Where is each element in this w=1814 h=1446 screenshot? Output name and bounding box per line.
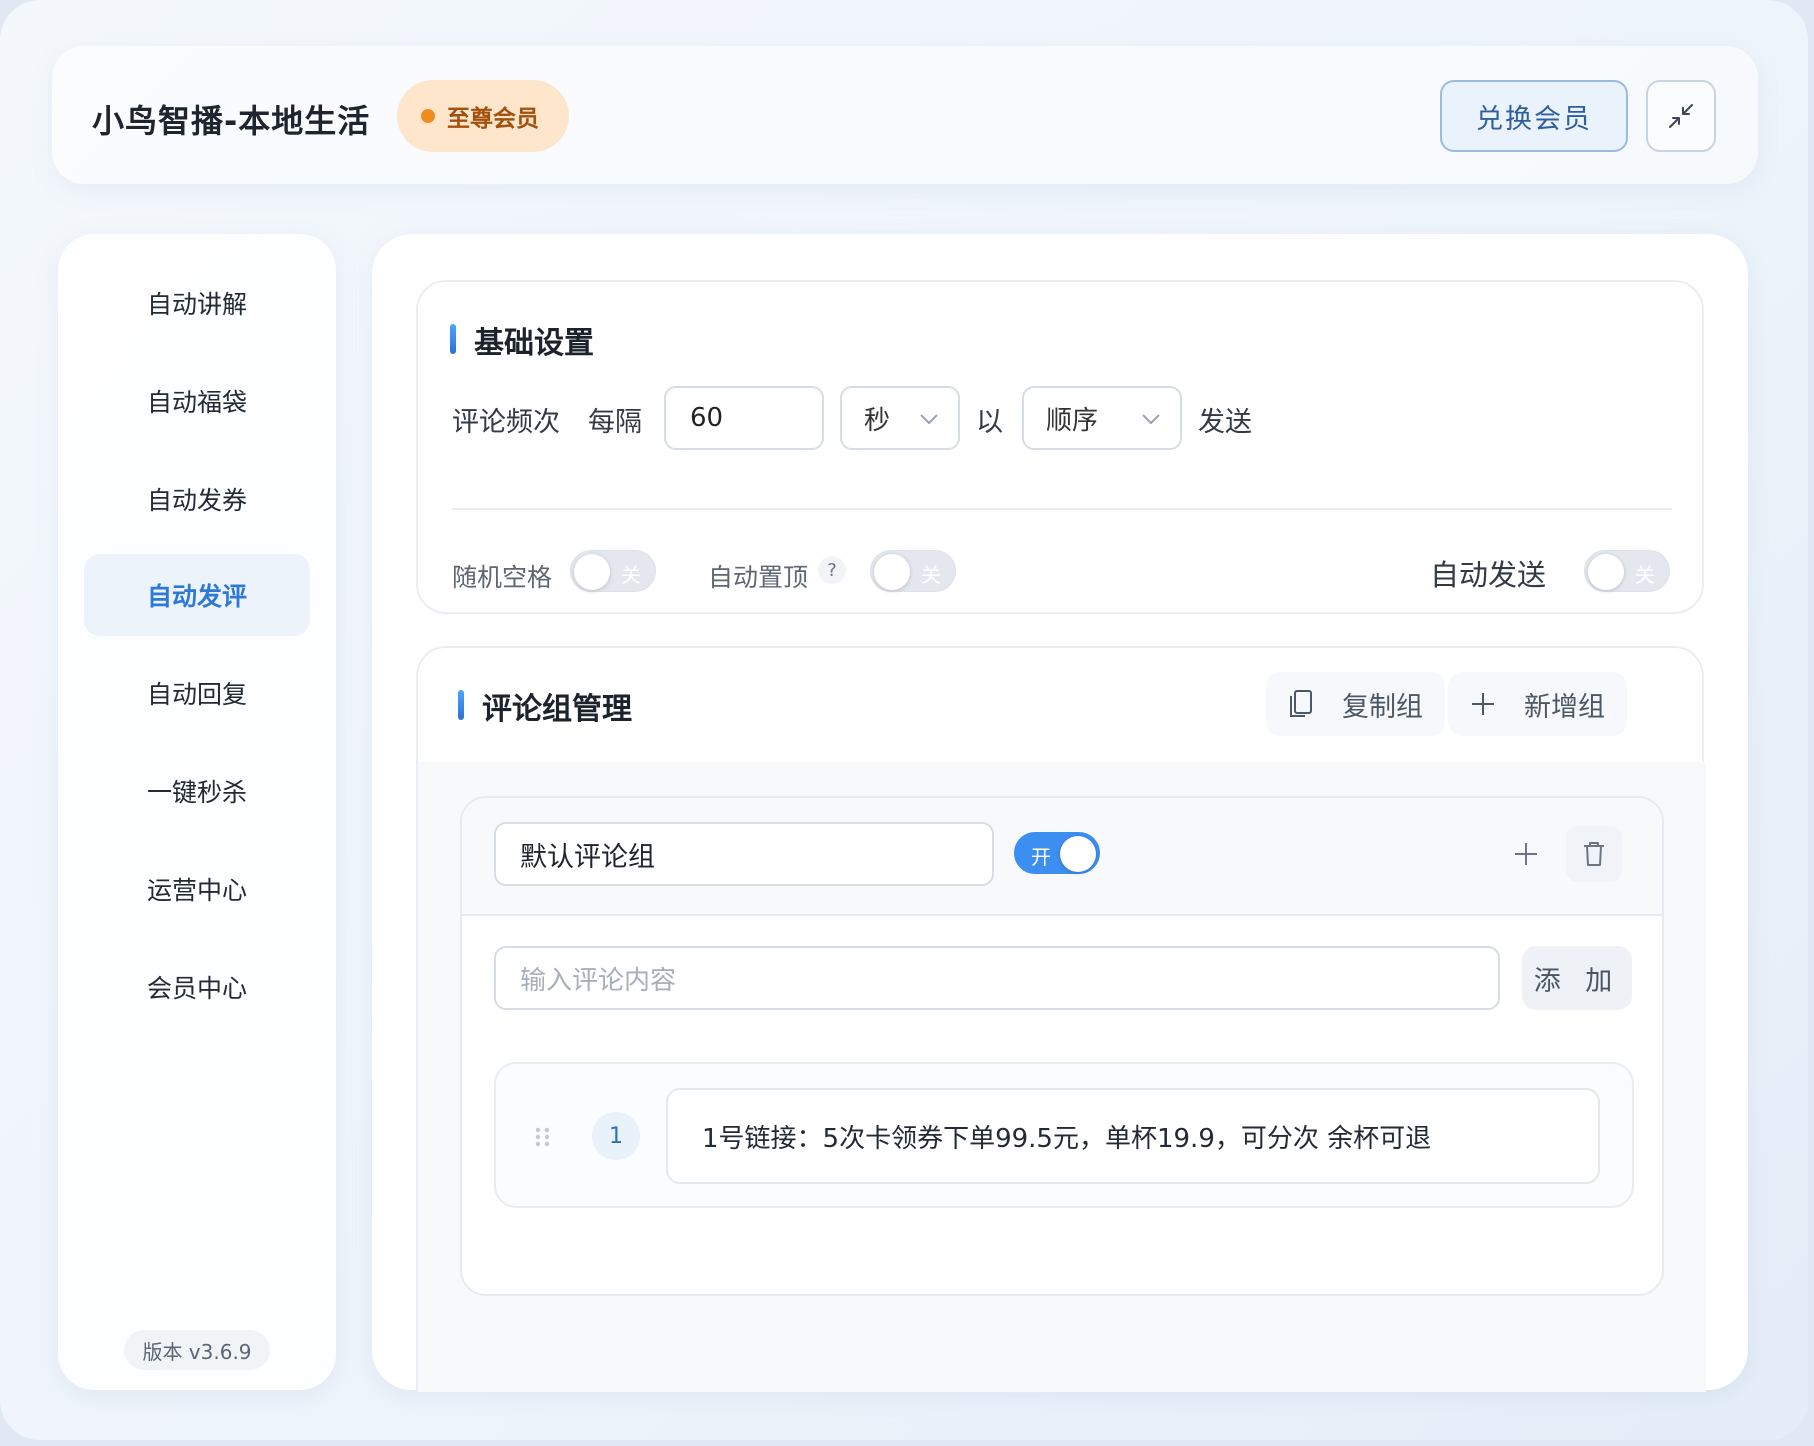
every-label: 每隔 — [588, 407, 642, 438]
group-name-input[interactable]: 默认评论组 — [494, 822, 994, 886]
add-group-label: 新增组 — [1524, 691, 1605, 723]
toggle-knob — [574, 554, 610, 590]
sidebar-item-auto-coupon[interactable]: 自动发券 — [84, 458, 310, 540]
sidebar-item-auto-explain[interactable]: 自动讲解 — [84, 262, 310, 344]
auto-send-toggle[interactable]: 关 — [1584, 550, 1670, 592]
app-window: 小鸟智播-本地生活 至尊会员 兑换会员 自动讲解 自动福袋 自动发券 自动发评 … — [0, 0, 1808, 1440]
sidebar-item-auto-reply[interactable]: 自动回复 — [84, 652, 310, 734]
chevron-down-icon — [1142, 414, 1160, 425]
comment-group-card: 评论组管理 复制组 新增组 默认评论组 开 输入评论内容 添 加 1 1号链接：… — [416, 646, 1706, 1392]
collapse-arrows-icon — [1669, 104, 1693, 128]
toggle-knob — [1060, 836, 1096, 872]
send-label: 发送 — [1198, 407, 1252, 438]
copy-icon — [1290, 690, 1312, 717]
toggle-state-label: 关 — [621, 563, 641, 587]
comment-frequency-label: 评论频次 — [452, 407, 560, 438]
comment-item-text[interactable]: 1号链接：5次卡领券下单99.5元，单杯19.9，可分次 余杯可退 — [666, 1088, 1600, 1184]
copy-group-button[interactable]: 复制组 — [1266, 672, 1445, 736]
interval-unit-value: 秒 — [864, 405, 891, 436]
sidebar-item-operations[interactable]: 运营中心 — [84, 848, 310, 930]
redeem-membership-button[interactable]: 兑换会员 — [1440, 80, 1628, 152]
section-accent-bar — [458, 690, 464, 720]
add-comment-button[interactable]: 添 加 — [1522, 946, 1632, 1010]
sidebar-item-auto-lucky-bag[interactable]: 自动福袋 — [84, 360, 310, 442]
sidebar-item-membership[interactable]: 会员中心 — [84, 946, 310, 1028]
plus-icon — [1472, 693, 1494, 715]
trash-icon — [1584, 842, 1604, 866]
group-enabled-toggle[interactable]: 开 — [1014, 832, 1100, 874]
sidebar: 自动讲解 自动福袋 自动发券 自动发评 自动回复 一键秒杀 运营中心 会员中心 … — [58, 234, 336, 1390]
random-space-label: 随机空格 — [452, 563, 553, 592]
sidebar-item-flash-sale[interactable]: 一键秒杀 — [84, 750, 310, 832]
basic-settings-title: 基础设置 — [474, 326, 594, 361]
divider — [452, 508, 1672, 510]
add-comment-plus-icon[interactable] — [1512, 840, 1540, 868]
vip-badge-label: 至尊会员 — [447, 106, 539, 132]
toggle-state-label: 关 — [1635, 563, 1655, 587]
comment-input-placeholder: 输入评论内容 — [520, 965, 677, 996]
main-panel: 基础设置 评论频次 每隔 60 秒 以 顺序 发送 随机空格 关 自动置顶 ? — [372, 234, 1748, 1392]
comment-list: 1 1号链接：5次卡领券下单99.5元，单杯19.9，可分次 余杯可退 — [494, 1062, 1634, 1208]
toggle-state-label: 开 — [1031, 845, 1051, 869]
collapse-button[interactable] — [1646, 80, 1716, 152]
help-icon[interactable]: ? — [818, 556, 846, 584]
send-order-select[interactable]: 顺序 — [1022, 386, 1182, 450]
add-group-button[interactable]: 新增组 — [1448, 672, 1627, 736]
auto-pin-toggle[interactable]: 关 — [870, 550, 956, 592]
interval-unit-select[interactable]: 秒 — [840, 386, 960, 450]
vip-dot-icon — [421, 109, 435, 123]
comment-group-title: 评论组管理 — [482, 692, 632, 727]
chevron-down-icon — [920, 414, 938, 425]
vip-badge: 至尊会员 — [397, 80, 569, 152]
toggle-knob — [1588, 554, 1624, 590]
toggle-state-label: 关 — [921, 563, 941, 587]
version-label: 版本 v3.6.9 — [124, 1330, 270, 1370]
interval-input[interactable]: 60 — [664, 386, 824, 450]
comment-group: 默认评论组 开 输入评论内容 添 加 1 1号链接：5次卡领券下单99.5元，单… — [460, 796, 1664, 1296]
auto-pin-label: 自动置顶 — [708, 563, 809, 592]
comment-content-input[interactable]: 输入评论内容 — [494, 946, 1500, 1010]
drag-handle-icon[interactable] — [534, 1126, 552, 1148]
sidebar-item-auto-comment[interactable]: 自动发评 — [84, 554, 310, 636]
copy-group-label: 复制组 — [1342, 691, 1423, 723]
random-space-toggle[interactable]: 关 — [570, 550, 656, 592]
section-accent-bar — [450, 324, 456, 354]
comment-index-badge: 1 — [592, 1112, 640, 1160]
delete-group-button[interactable] — [1566, 826, 1622, 882]
app-title: 小鸟智播-本地生活 — [92, 102, 371, 140]
basic-settings-card: 基础设置 评论频次 每隔 60 秒 以 顺序 发送 随机空格 关 自动置顶 ? — [416, 280, 1704, 614]
auto-send-label: 自动发送 — [1430, 558, 1547, 592]
toggle-knob — [874, 554, 910, 590]
by-label: 以 — [976, 407, 1003, 438]
send-order-value: 顺序 — [1046, 405, 1099, 436]
